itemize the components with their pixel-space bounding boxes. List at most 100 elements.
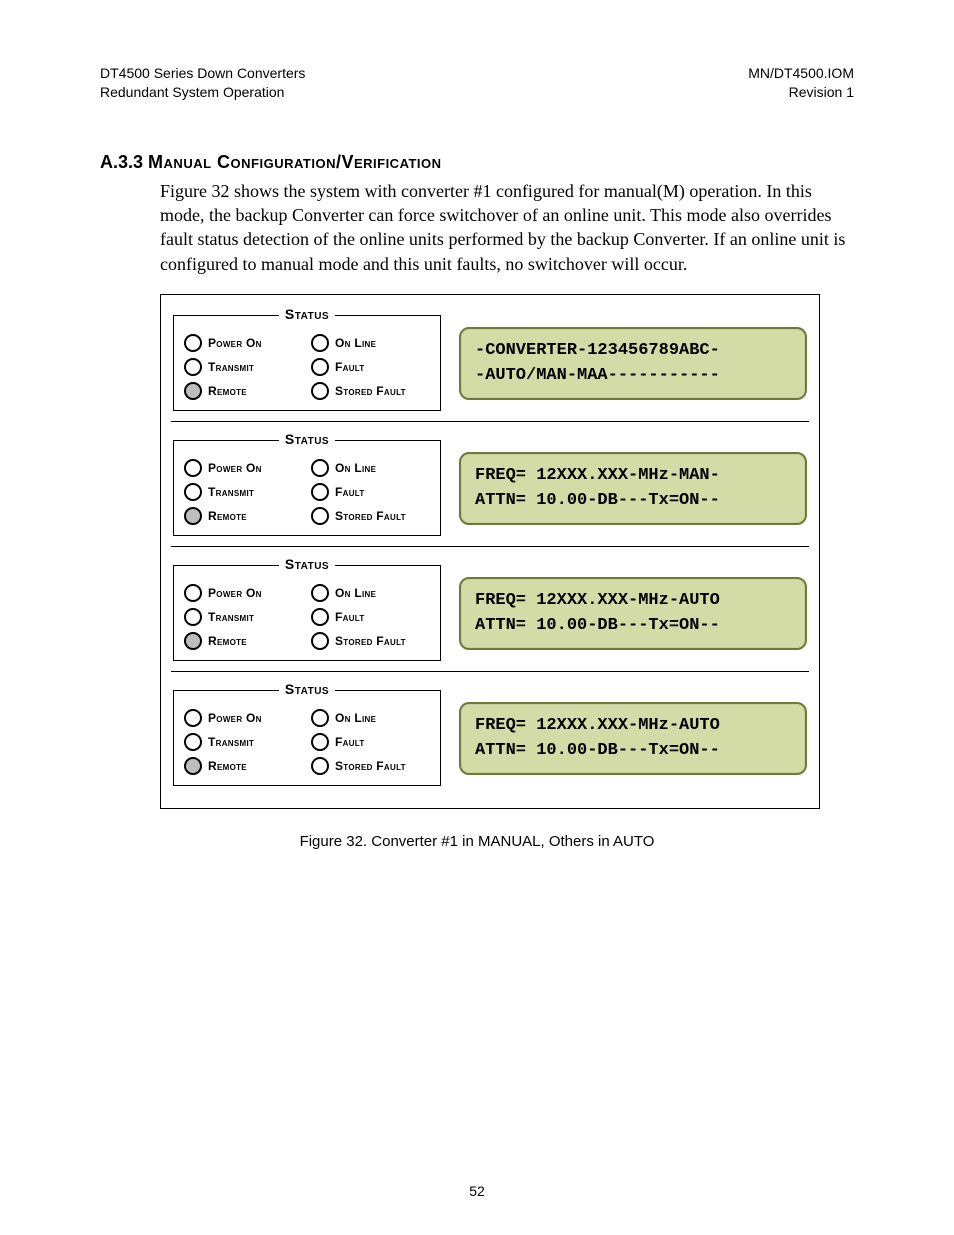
led-remote: Remote	[184, 757, 303, 775]
status-box: Status Power On On Line Transmit Fault R…	[173, 315, 441, 411]
led-icon	[311, 584, 329, 602]
led-label: Fault	[335, 610, 365, 624]
header-right-line1: MN/DT4500.IOM	[748, 64, 854, 83]
led-label: Transmit	[208, 610, 254, 624]
led-fault: Fault	[311, 733, 430, 751]
led-power-on: Power On	[184, 709, 303, 727]
lcd-display: FREQ= 12XXX.XXX-MHz-AUTO ATTN= 10.00-DB-…	[459, 577, 807, 650]
led-label: Remote	[208, 759, 247, 773]
led-icon	[184, 382, 202, 400]
header-left-line1: DT4500 Series Down Converters	[100, 64, 305, 83]
led-label: On Line	[335, 461, 376, 475]
led-on-line: On Line	[311, 709, 430, 727]
led-icon	[311, 608, 329, 626]
led-grid: Power On On Line Transmit Fault Remote S…	[184, 709, 430, 775]
led-label: Power On	[208, 711, 262, 725]
led-icon	[311, 334, 329, 352]
lcd-line2: ATTN= 10.00-DB---Tx=ON--	[475, 616, 720, 635]
led-label: Fault	[335, 735, 365, 749]
led-label: Stored Fault	[335, 384, 406, 398]
status-box: Status Power On On Line Transmit Fault R…	[173, 690, 441, 786]
header-left: DT4500 Series Down Converters Redundant …	[100, 64, 305, 102]
led-transmit: Transmit	[184, 483, 303, 501]
led-icon	[311, 459, 329, 477]
header-left-line2: Redundant System Operation	[100, 83, 305, 102]
led-icon	[311, 483, 329, 501]
led-label: On Line	[335, 711, 376, 725]
led-icon	[184, 358, 202, 376]
led-icon	[311, 733, 329, 751]
lcd-line2: ATTN= 10.00-DB---Tx=ON--	[475, 741, 720, 760]
led-on-line: On Line	[311, 459, 430, 477]
figure-caption: Figure 32. Converter #1 in MANUAL, Other…	[100, 833, 854, 850]
page-header: DT4500 Series Down Converters Redundant …	[100, 64, 854, 102]
body-paragraph: Figure 32 shows the system with converte…	[160, 179, 854, 276]
led-grid: Power On On Line Transmit Fault Remote S…	[184, 459, 430, 525]
led-stored-fault: Stored Fault	[311, 632, 430, 650]
led-icon	[311, 507, 329, 525]
led-power-on: Power On	[184, 584, 303, 602]
led-icon	[184, 584, 202, 602]
led-fault: Fault	[311, 608, 430, 626]
led-power-on: Power On	[184, 459, 303, 477]
led-remote: Remote	[184, 382, 303, 400]
status-legend: Status	[279, 306, 335, 322]
led-label: Transmit	[208, 360, 254, 374]
led-label: Transmit	[208, 735, 254, 749]
led-icon	[184, 608, 202, 626]
led-label: Power On	[208, 336, 262, 350]
led-stored-fault: Stored Fault	[311, 382, 430, 400]
lcd-line1: -CONVERTER-123456789ABC-	[475, 341, 720, 360]
led-icon	[311, 709, 329, 727]
led-icon	[311, 382, 329, 400]
led-label: On Line	[335, 586, 376, 600]
led-label: Fault	[335, 485, 365, 499]
converter-panel: Status Power On On Line Transmit Fault R…	[171, 421, 809, 544]
led-icon	[311, 358, 329, 376]
led-transmit: Transmit	[184, 733, 303, 751]
led-remote: Remote	[184, 632, 303, 650]
led-icon	[184, 757, 202, 775]
status-legend: Status	[279, 431, 335, 447]
led-grid: Power On On Line Transmit Fault Remote S…	[184, 334, 430, 400]
led-label: On Line	[335, 336, 376, 350]
led-icon	[184, 507, 202, 525]
led-icon	[311, 632, 329, 650]
converter-panel: Status Power On On Line Transmit Fault R…	[171, 671, 809, 794]
led-label: Power On	[208, 586, 262, 600]
converter-panel: Status Power On On Line Transmit Fault R…	[171, 546, 809, 669]
led-fault: Fault	[311, 358, 430, 376]
status-legend: Status	[279, 681, 335, 697]
led-remote: Remote	[184, 507, 303, 525]
led-icon	[184, 334, 202, 352]
section-title: Manual Configuration/Verification	[148, 152, 442, 172]
led-on-line: On Line	[311, 334, 430, 352]
led-label: Remote	[208, 509, 247, 523]
header-right-line2: Revision 1	[748, 83, 854, 102]
led-on-line: On Line	[311, 584, 430, 602]
header-right: MN/DT4500.IOM Revision 1	[748, 64, 854, 102]
led-stored-fault: Stored Fault	[311, 507, 430, 525]
led-icon	[184, 733, 202, 751]
led-fault: Fault	[311, 483, 430, 501]
lcd-line1: FREQ= 12XXX.XXX-MHz-MAN-	[475, 466, 720, 485]
lcd-display: -CONVERTER-123456789ABC- -AUTO/MAN-MAA--…	[459, 327, 807, 400]
status-legend: Status	[279, 556, 335, 572]
led-icon	[184, 709, 202, 727]
led-label: Stored Fault	[335, 634, 406, 648]
status-box: Status Power On On Line Transmit Fault R…	[173, 565, 441, 661]
figure-frame: Status Power On On Line Transmit Fault R…	[160, 294, 820, 809]
lcd-line1: FREQ= 12XXX.XXX-MHz-AUTO	[475, 591, 720, 610]
led-icon	[311, 757, 329, 775]
led-label: Power On	[208, 461, 262, 475]
lcd-display: FREQ= 12XXX.XXX-MHz-MAN- ATTN= 10.00-DB-…	[459, 452, 807, 525]
led-transmit: Transmit	[184, 358, 303, 376]
page-number: 52	[0, 1183, 954, 1199]
converter-panel: Status Power On On Line Transmit Fault R…	[171, 301, 809, 419]
led-label: Stored Fault	[335, 509, 406, 523]
led-label: Remote	[208, 384, 247, 398]
led-icon	[184, 483, 202, 501]
led-label: Stored Fault	[335, 759, 406, 773]
led-grid: Power On On Line Transmit Fault Remote S…	[184, 584, 430, 650]
led-label: Fault	[335, 360, 365, 374]
